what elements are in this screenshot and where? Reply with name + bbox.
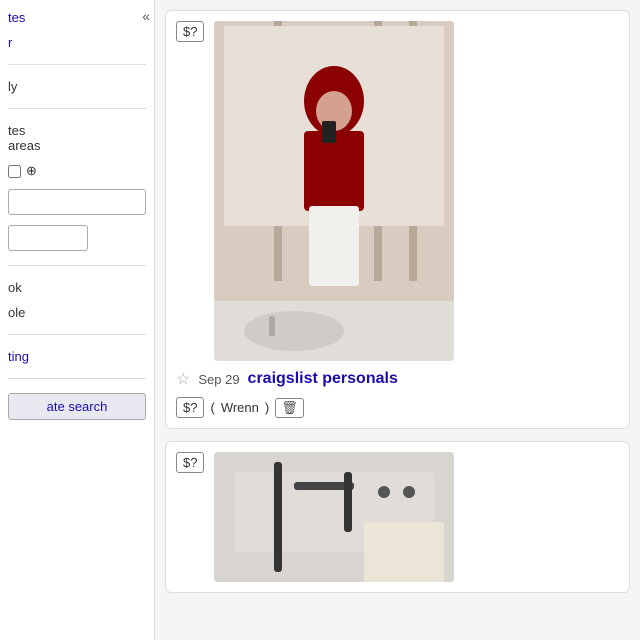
listing-price-badge: $? (176, 21, 204, 42)
sidebar-location-row: ⊕ (8, 163, 146, 179)
listing-price-badge-3: $? (176, 452, 204, 473)
collapse-button[interactable]: « (142, 8, 150, 24)
sidebar-link-r[interactable]: r (8, 35, 146, 50)
listing-seller-name: Wrenn (221, 400, 259, 415)
update-search-button[interactable]: ate search (8, 393, 146, 420)
location-icon: ⊕ (26, 163, 37, 179)
listing-price-badge-2: $? (176, 397, 204, 418)
sidebar-text-input-1[interactable] (8, 189, 146, 215)
listing-card-2: $? (165, 441, 630, 593)
sidebar-divider-2 (8, 108, 146, 109)
listing-image-row-2: $? (176, 452, 619, 582)
star-icon[interactable]: ☆ (176, 369, 190, 389)
sidebar-ole: ole (8, 305, 146, 320)
listing-date: Sep 29 (198, 372, 239, 387)
sidebar-ok: ok (8, 280, 146, 295)
main-content: $? (155, 0, 640, 640)
listing-image-mirror (214, 21, 454, 361)
sidebar-divider-1 (8, 64, 146, 65)
sidebar-tes-areas: tes areas (8, 123, 146, 153)
listing-card: $? (165, 10, 630, 429)
sidebar-checkbox[interactable] (8, 165, 21, 178)
sidebar-listing-link[interactable]: ting (8, 349, 146, 364)
sidebar-divider-4 (8, 334, 146, 335)
listing-bottom: $? ( Wrenn ) 🗑 (176, 397, 619, 418)
listing-seller: ( (210, 400, 214, 415)
sidebar-links-section: tes (8, 10, 146, 25)
listing-image-bathroom (214, 452, 454, 582)
sidebar-r-section: r (8, 35, 146, 50)
listing-title[interactable]: craigslist personals (248, 370, 398, 388)
sidebar-divider-3 (8, 265, 146, 266)
sidebar-divider-5 (8, 378, 146, 379)
sidebar-link-tes[interactable]: tes (8, 10, 146, 25)
listing-image-row: $? (176, 21, 619, 361)
listing-meta: ☆ Sep 29 craigslist personals (176, 369, 619, 389)
sidebar-filter-only: ly (8, 79, 146, 94)
sidebar: « tes r ly tes areas ⊕ ok ole ting ate s… (0, 0, 155, 640)
sidebar-text-input-2[interactable] (8, 225, 88, 251)
delete-button[interactable]: 🗑 (275, 398, 304, 418)
listing-seller-close: ) (265, 400, 269, 415)
